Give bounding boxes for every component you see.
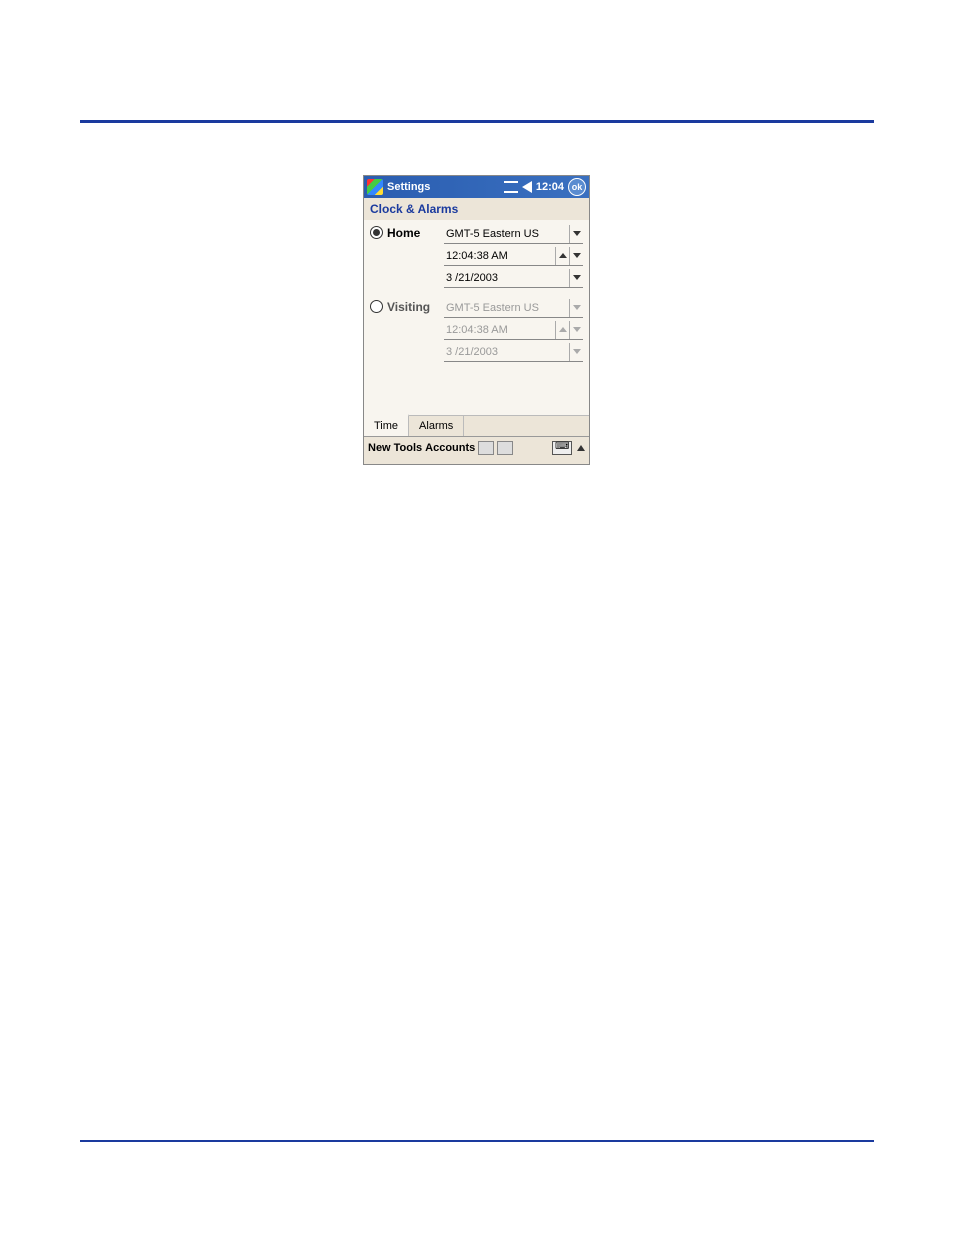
visiting-time-value: 12:04:38 AM bbox=[444, 324, 555, 336]
device-screen: Settings 12:04 ok Clock & Alarms Home GM… bbox=[363, 175, 590, 465]
chevron-down-icon[interactable] bbox=[569, 269, 583, 287]
visiting-date-select[interactable]: 3 /21/2003 bbox=[444, 342, 583, 362]
menu-accounts[interactable]: Accounts bbox=[425, 442, 475, 454]
sip-up-icon[interactable] bbox=[577, 445, 585, 451]
content-area: Home GMT-5 Eastern US 12:04:38 AM 3 /21/… bbox=[364, 220, 589, 415]
title-bar-status: 12:04 ok bbox=[504, 178, 586, 196]
spinner-down-icon[interactable] bbox=[569, 321, 583, 339]
visiting-time-input[interactable]: 12:04:38 AM bbox=[444, 320, 583, 340]
chevron-down-icon[interactable] bbox=[569, 225, 583, 243]
visiting-timezone-value: GMT-5 Eastern US bbox=[444, 302, 569, 314]
home-radio-row[interactable]: Home bbox=[370, 224, 444, 290]
spinner-up-icon[interactable] bbox=[555, 321, 569, 339]
screen-title: Clock & Alarms bbox=[364, 198, 589, 220]
title-bar: Settings 12:04 ok bbox=[364, 176, 589, 198]
home-time-input[interactable]: 12:04:38 AM bbox=[444, 246, 583, 266]
tab-time[interactable]: Time bbox=[364, 414, 409, 436]
chevron-down-icon[interactable] bbox=[569, 343, 583, 361]
connectivity-icon[interactable] bbox=[504, 181, 518, 193]
bottom-bar: New Tools Accounts bbox=[364, 436, 589, 458]
menu-new[interactable]: New bbox=[368, 442, 391, 454]
home-group: Home GMT-5 Eastern US 12:04:38 AM 3 /21/… bbox=[370, 224, 583, 290]
page-divider-bottom bbox=[80, 1140, 874, 1142]
visiting-fields: GMT-5 Eastern US 12:04:38 AM 3 /21/2003 bbox=[444, 298, 583, 364]
start-icon[interactable] bbox=[367, 179, 383, 195]
spinner-down-icon[interactable] bbox=[569, 247, 583, 265]
clock-label[interactable]: 12:04 bbox=[536, 181, 564, 193]
home-time-value: 12:04:38 AM bbox=[444, 250, 555, 262]
ok-button[interactable]: ok bbox=[568, 178, 586, 196]
tab-alarms[interactable]: Alarms bbox=[409, 416, 464, 436]
keyboard-icon[interactable] bbox=[552, 441, 572, 455]
home-fields: GMT-5 Eastern US 12:04:38 AM 3 /21/2003 bbox=[444, 224, 583, 290]
home-radio-label: Home bbox=[387, 226, 420, 240]
visiting-radio-label: Visiting bbox=[387, 300, 430, 314]
visiting-group: Visiting GMT-5 Eastern US 12:04:38 AM 3 … bbox=[370, 298, 583, 364]
visiting-timezone-select[interactable]: GMT-5 Eastern US bbox=[444, 298, 583, 318]
visiting-radio-row[interactable]: Visiting bbox=[370, 298, 444, 364]
visiting-date-value: 3 /21/2003 bbox=[444, 346, 569, 358]
tab-bar: Time Alarms bbox=[364, 415, 589, 436]
toolbar-icon-1[interactable] bbox=[478, 441, 494, 455]
title-bar-label: Settings bbox=[387, 181, 504, 193]
home-radio[interactable] bbox=[370, 226, 383, 239]
page-divider-top bbox=[80, 120, 874, 123]
home-date-value: 3 /21/2003 bbox=[444, 272, 569, 284]
spinner-up-icon[interactable] bbox=[555, 247, 569, 265]
home-timezone-select[interactable]: GMT-5 Eastern US bbox=[444, 224, 583, 244]
menu-tools[interactable]: Tools bbox=[394, 442, 423, 454]
visiting-radio[interactable] bbox=[370, 300, 383, 313]
toolbar-icon-2[interactable] bbox=[497, 441, 513, 455]
chevron-down-icon[interactable] bbox=[569, 299, 583, 317]
home-date-select[interactable]: 3 /21/2003 bbox=[444, 268, 583, 288]
home-timezone-value: GMT-5 Eastern US bbox=[444, 228, 569, 240]
volume-icon[interactable] bbox=[522, 181, 532, 193]
